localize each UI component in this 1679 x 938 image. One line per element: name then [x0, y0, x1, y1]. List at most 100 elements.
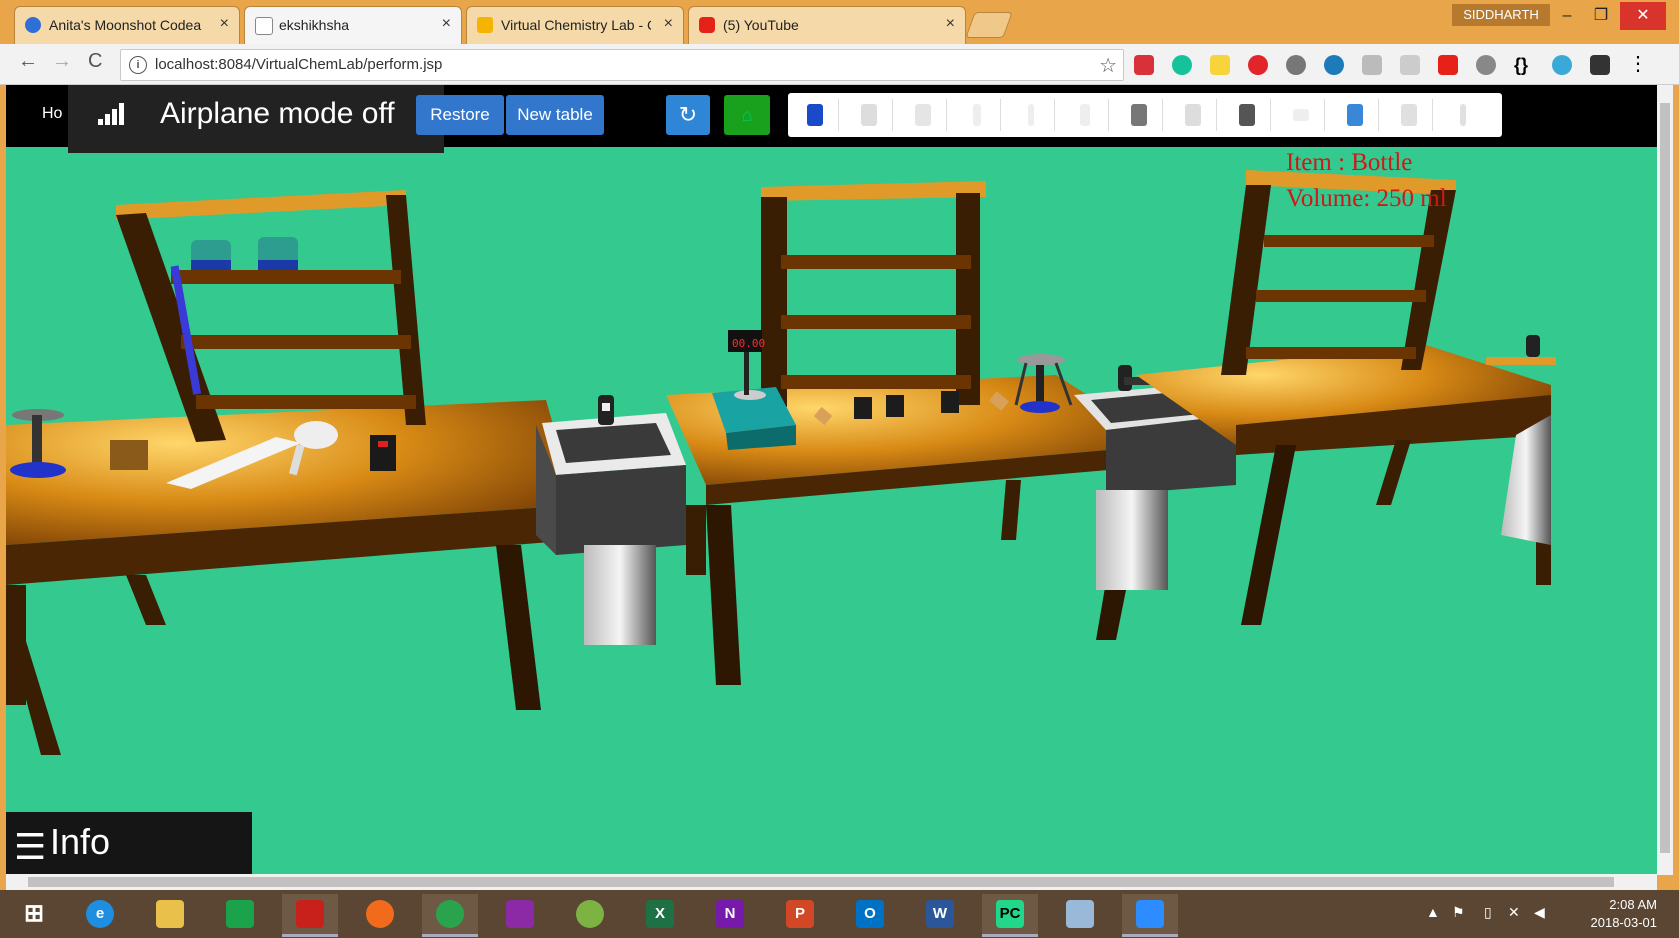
- restore-button[interactable]: Restore: [416, 95, 504, 135]
- left-table[interactable]: [6, 400, 576, 755]
- tab-title: ekshikhsha: [279, 17, 350, 33]
- dropper-icon[interactable]: [1332, 99, 1379, 131]
- android-studio-icon[interactable]: [562, 894, 618, 934]
- word-icon[interactable]: W: [912, 894, 968, 934]
- middle-shelf: [761, 181, 986, 407]
- lab-viewport[interactable]: 00.00 Ho Airplane mode off Restore New t…: [6, 85, 1657, 875]
- test-tube-icon[interactable]: [954, 99, 1001, 131]
- home-green-button[interactable]: ⌂: [724, 95, 770, 135]
- chrome-menu-icon[interactable]: ⋮: [1628, 54, 1648, 75]
- dish-icon[interactable]: [1278, 99, 1325, 131]
- new-tab-button[interactable]: [965, 12, 1013, 38]
- grammarly-icon[interactable]: [1172, 55, 1192, 75]
- firefox-icon[interactable]: [352, 894, 408, 934]
- signal-bars-icon: [98, 103, 126, 125]
- info-button[interactable]: ☰ Info: [6, 812, 252, 875]
- windows-start-icon[interactable]: ⊞: [6, 894, 62, 934]
- tab-youtube[interactable]: (5) YouTube ×: [688, 6, 966, 45]
- hamburger-icon: ☰: [14, 826, 47, 867]
- onenote-icon[interactable]: N: [702, 894, 758, 934]
- close-tab-icon[interactable]: ×: [442, 15, 451, 33]
- address-bar[interactable]: i localhost:8084/VirtualChemLab/perform.…: [120, 49, 1124, 81]
- file-explorer-icon[interactable]: [142, 894, 198, 934]
- excel-icon[interactable]: X: [632, 894, 688, 934]
- bookmark-star-icon[interactable]: ☆: [1099, 53, 1117, 78]
- tab-anitas-moonshot[interactable]: Anita's Moonshot Codea ×: [14, 6, 240, 45]
- reload-icon[interactable]: C: [88, 50, 102, 73]
- horizontal-scrollbar[interactable]: [6, 874, 1657, 890]
- cylinder-icon[interactable]: [1062, 99, 1109, 131]
- close-tab-icon[interactable]: ×: [220, 15, 229, 33]
- vertical-scroll-thumb[interactable]: [1660, 103, 1670, 853]
- chart-icon: [255, 17, 273, 35]
- chrome-icon[interactable]: [422, 894, 478, 937]
- tab-strip: Anita's Moonshot Codea × ekshikhsha × Vi…: [0, 0, 1679, 45]
- burner-icon[interactable]: [1224, 99, 1271, 131]
- tab-ekshikhsha[interactable]: ekshikhsha ×: [244, 6, 462, 45]
- profile-name-badge[interactable]: SIDDHARTH: [1452, 4, 1550, 26]
- store-icon[interactable]: [212, 894, 268, 934]
- crucible-icon[interactable]: [1116, 99, 1163, 131]
- burette-icon[interactable]: [1008, 99, 1055, 131]
- extension-target-icon[interactable]: [1552, 55, 1572, 75]
- close-tab-icon[interactable]: ×: [946, 15, 955, 33]
- virtualbox-icon[interactable]: [1052, 894, 1108, 934]
- internet-explorer-icon[interactable]: e: [72, 894, 128, 934]
- apparatus-toolbar: [788, 93, 1502, 137]
- battery-icon[interactable]: ▯: [1484, 904, 1492, 921]
- acrobat-icon[interactable]: [282, 894, 338, 937]
- json-extension-icon[interactable]: {}: [1514, 55, 1534, 75]
- extension-pdf-icon[interactable]: [1362, 55, 1382, 75]
- system-clock[interactable]: 2:08 AM 2018-03-01: [1591, 896, 1658, 932]
- restore-window-icon[interactable]: ❐: [1578, 2, 1624, 30]
- powerpoint-icon[interactable]: P: [772, 894, 828, 934]
- close-tab-icon[interactable]: ×: [664, 15, 673, 33]
- bottle-icon[interactable]: [792, 99, 839, 131]
- left-sink[interactable]: [536, 395, 686, 645]
- thermometer-icon[interactable]: [1440, 99, 1486, 131]
- extension-circle-icon[interactable]: [1476, 55, 1496, 75]
- clock-time: 2:08 AM: [1609, 897, 1657, 912]
- youtube-icon: [699, 17, 715, 33]
- windows-taskbar: ⊞ e X N P O W PC ▲ ⚑ ▯ ✕ ◀ 2:08 AM 2018-…: [0, 890, 1679, 938]
- tray-expand-icon[interactable]: ▲: [1426, 904, 1440, 920]
- action-center-flag-icon[interactable]: ⚑: [1452, 904, 1465, 921]
- clock-date: 2018-03-01: [1590, 915, 1658, 930]
- forward-icon[interactable]: →: [52, 50, 72, 73]
- new-table-button[interactable]: New table: [506, 95, 604, 135]
- extension-red-icon[interactable]: [1134, 55, 1154, 75]
- back-icon[interactable]: ←: [18, 50, 38, 73]
- undo-icon[interactable]: ↻: [666, 95, 710, 135]
- extension-blue-icon[interactable]: [1324, 55, 1344, 75]
- beaker-icon[interactable]: [846, 99, 893, 131]
- horizontal-scroll-thumb[interactable]: [28, 877, 1614, 887]
- url-text[interactable]: localhost:8084/VirtualChemLab/perform.js…: [155, 56, 442, 73]
- tab-virtual-chemistry-lab[interactable]: Virtual Chemistry Lab - C ×: [466, 6, 684, 45]
- tripod-icon[interactable]: [1386, 99, 1433, 131]
- zoom-icon[interactable]: [1122, 894, 1178, 937]
- funnel-icon[interactable]: [1170, 99, 1217, 131]
- youtube-extension-icon[interactable]: [1438, 55, 1458, 75]
- browser-toolbar: ← → C i localhost:8084/VirtualChemLab/pe…: [0, 44, 1679, 85]
- tab-title: (5) YouTube: [723, 17, 799, 33]
- outlook-icon[interactable]: O: [842, 894, 898, 934]
- close-window-icon[interactable]: ✕: [1620, 2, 1666, 30]
- selected-item-info: Item : Bottle Volume: 250 ml: [1286, 145, 1447, 217]
- tab-title: Virtual Chemistry Lab - C: [501, 17, 651, 33]
- volume-label: Volume: 250 ml: [1286, 185, 1447, 212]
- extension-grey-icon[interactable]: [1286, 55, 1306, 75]
- extension-film-icon[interactable]: [1590, 55, 1610, 75]
- slides-icon: [477, 17, 493, 33]
- note-extension-icon[interactable]: [1210, 55, 1230, 75]
- winrar-icon[interactable]: [492, 894, 548, 934]
- site-info-icon[interactable]: i: [129, 56, 147, 74]
- network-icon[interactable]: ✕: [1508, 904, 1520, 921]
- pycharm-icon[interactable]: PC: [982, 894, 1038, 937]
- extension-stats-icon[interactable]: [1400, 55, 1420, 75]
- home-link[interactable]: Ho: [42, 105, 62, 123]
- vertical-scrollbar[interactable]: [1657, 85, 1673, 875]
- opera-icon[interactable]: [1248, 55, 1268, 75]
- volume-muted-icon[interactable]: ◀: [1534, 904, 1545, 921]
- scale-readout: 00.00: [732, 337, 765, 350]
- flask-icon[interactable]: [900, 99, 947, 131]
